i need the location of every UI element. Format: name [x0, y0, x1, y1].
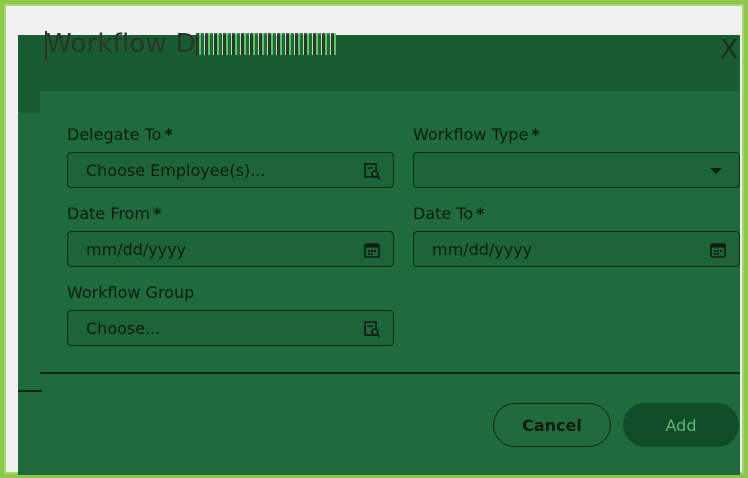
required-mark: * — [531, 125, 540, 144]
title-caret — [45, 31, 47, 61]
date-to-label: Date To * — [413, 204, 485, 223]
date-from-field[interactable]: mm/dd/yyyy — [67, 231, 394, 267]
close-icon[interactable]: X — [716, 35, 742, 65]
workflow-group-label: Workflow Group — [67, 283, 195, 302]
workflow-type-select[interactable] — [413, 152, 740, 188]
footer-divider-stub — [18, 390, 42, 392]
delegate-to-label: Delegate To * — [67, 125, 173, 144]
workflow-group-placeholder: Choose... — [86, 318, 161, 338]
header-notch — [18, 91, 40, 113]
search-lookup-icon[interactable] — [363, 162, 381, 180]
add-button[interactable]: Add — [623, 403, 739, 447]
delegate-to-placeholder: Choose Employee(s)... — [86, 160, 266, 180]
date-from-label: Date From * — [67, 204, 162, 223]
calendar-icon[interactable] — [709, 241, 727, 259]
required-mark: * — [152, 204, 162, 223]
footer-divider — [40, 372, 740, 374]
dialog-title: Workflow D — [46, 29, 336, 59]
dialog-frame: Workflow D X Delegate To * Choose Employe… — [4, 4, 744, 475]
dialog-title-text: Workflow D — [46, 29, 196, 59]
delegate-dialog: Workflow D X Delegate To * Choose Employe… — [18, 29, 742, 475]
date-from-placeholder: mm/dd/yyyy — [86, 239, 187, 259]
search-lookup-icon[interactable] — [363, 320, 381, 338]
workflow-group-field[interactable]: Choose... — [67, 310, 394, 346]
calendar-icon[interactable] — [363, 241, 381, 259]
date-to-placeholder: mm/dd/yyyy — [432, 239, 533, 259]
delegate-to-field[interactable]: Choose Employee(s)... — [67, 152, 394, 188]
date-to-field[interactable]: mm/dd/yyyy — [413, 231, 740, 267]
required-mark: * — [164, 125, 173, 144]
workflow-type-label: Workflow Type * — [413, 125, 540, 144]
required-mark: * — [476, 204, 485, 223]
dialog-title-garbled — [195, 33, 336, 55]
chevron-down-icon — [710, 168, 722, 174]
cancel-button[interactable]: Cancel — [493, 403, 611, 447]
